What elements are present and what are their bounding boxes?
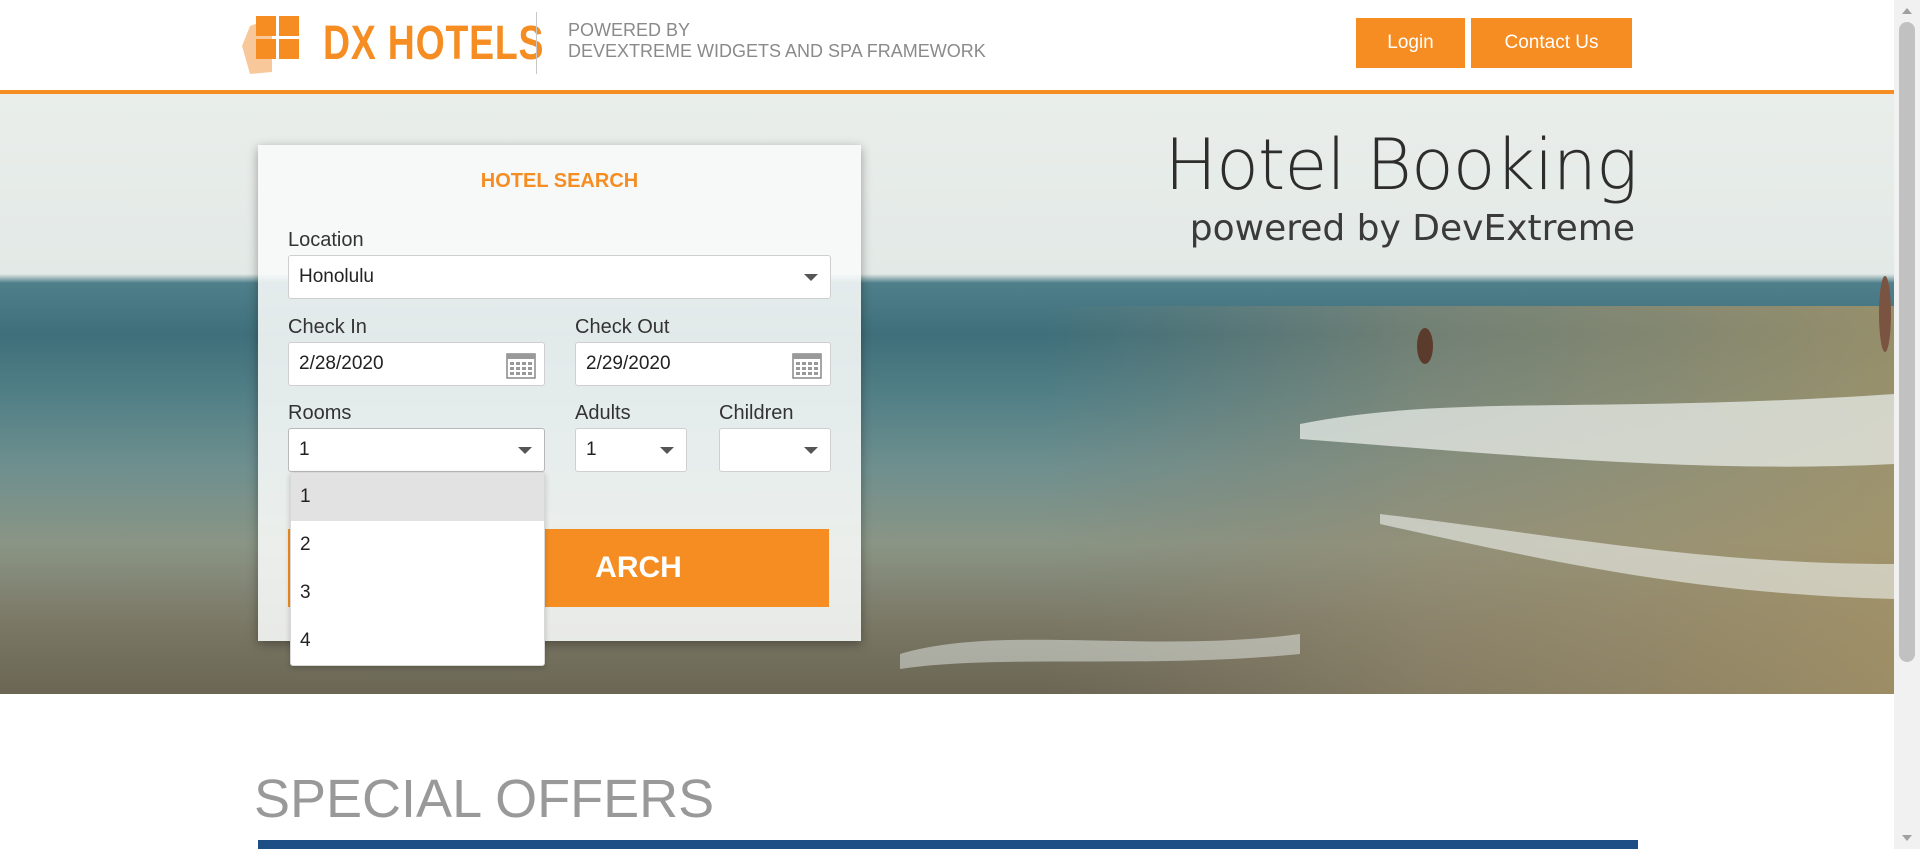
powered-by-line1: POWERED BY xyxy=(568,20,691,40)
rooms-option[interactable]: 3 xyxy=(291,569,544,617)
contact-us-button[interactable]: Contact Us xyxy=(1471,18,1632,68)
chevron-down-icon[interactable] xyxy=(804,274,818,281)
check-out-label: Check Out xyxy=(575,316,670,338)
login-button[interactable]: Login xyxy=(1356,18,1465,68)
logo-icon[interactable] xyxy=(242,16,302,74)
scrollbar-thumb[interactable] xyxy=(1899,22,1915,662)
rooms-value: 1 xyxy=(299,439,310,460)
hotel-search-title: HOTEL SEARCH xyxy=(480,170,639,192)
check-out-value: 2/29/2020 xyxy=(586,353,671,374)
location-label: Location xyxy=(288,229,364,251)
calendar-icon[interactable] xyxy=(506,351,536,379)
check-in-value: 2/28/2020 xyxy=(299,353,384,374)
chevron-down-icon[interactable] xyxy=(660,447,674,454)
adults-select[interactable]: 1 xyxy=(575,428,687,472)
chevron-down-icon[interactable] xyxy=(518,447,532,454)
calendar-icon[interactable] xyxy=(792,351,822,379)
scroll-down-arrow-icon[interactable] xyxy=(1902,835,1912,841)
search-button-label: ARCH xyxy=(595,551,682,584)
scroll-up-arrow-icon[interactable] xyxy=(1902,8,1912,14)
location-value: Honolulu xyxy=(299,266,374,287)
check-in-field[interactable]: 2/28/2020 xyxy=(288,342,545,386)
check-in-label: Check In xyxy=(288,316,367,338)
hero-subtitle: powered by DevExtreme xyxy=(1189,208,1635,249)
site-header: DX HOTELS POWERED BY DEVEXTREME WIDGETS … xyxy=(0,0,1894,94)
hero-title: Hotel Booking xyxy=(1164,124,1638,206)
children-select[interactable] xyxy=(719,428,831,472)
special-offers-title: SPECIAL OFFERS xyxy=(254,769,715,829)
logo-text[interactable]: DX HOTELS xyxy=(323,16,544,71)
chevron-down-icon[interactable] xyxy=(804,447,818,454)
rooms-option[interactable]: 4 xyxy=(291,617,544,665)
rooms-option[interactable]: 2 xyxy=(291,521,544,569)
rooms-select[interactable]: 1 xyxy=(288,428,545,472)
adults-label: Adults xyxy=(575,402,631,424)
powered-by-line2: DEVEXTREME WIDGETS AND SPA FRAMEWORK xyxy=(568,41,986,61)
logo-divider xyxy=(536,12,537,74)
special-offers-banner[interactable] xyxy=(258,840,1638,849)
rooms-label: Rooms xyxy=(288,402,352,424)
powered-by-text: POWERED BY DEVEXTREME WIDGETS AND SPA FR… xyxy=(568,20,986,62)
children-label: Children xyxy=(719,402,794,424)
rooms-dropdown-list: 1 2 3 4 xyxy=(290,472,545,666)
rooms-option[interactable]: 1 xyxy=(291,473,544,521)
location-select[interactable]: Honolulu xyxy=(288,255,831,299)
adults-value: 1 xyxy=(586,439,597,460)
page-scrollbar[interactable] xyxy=(1894,0,1920,849)
check-out-field[interactable]: 2/29/2020 xyxy=(575,342,831,386)
